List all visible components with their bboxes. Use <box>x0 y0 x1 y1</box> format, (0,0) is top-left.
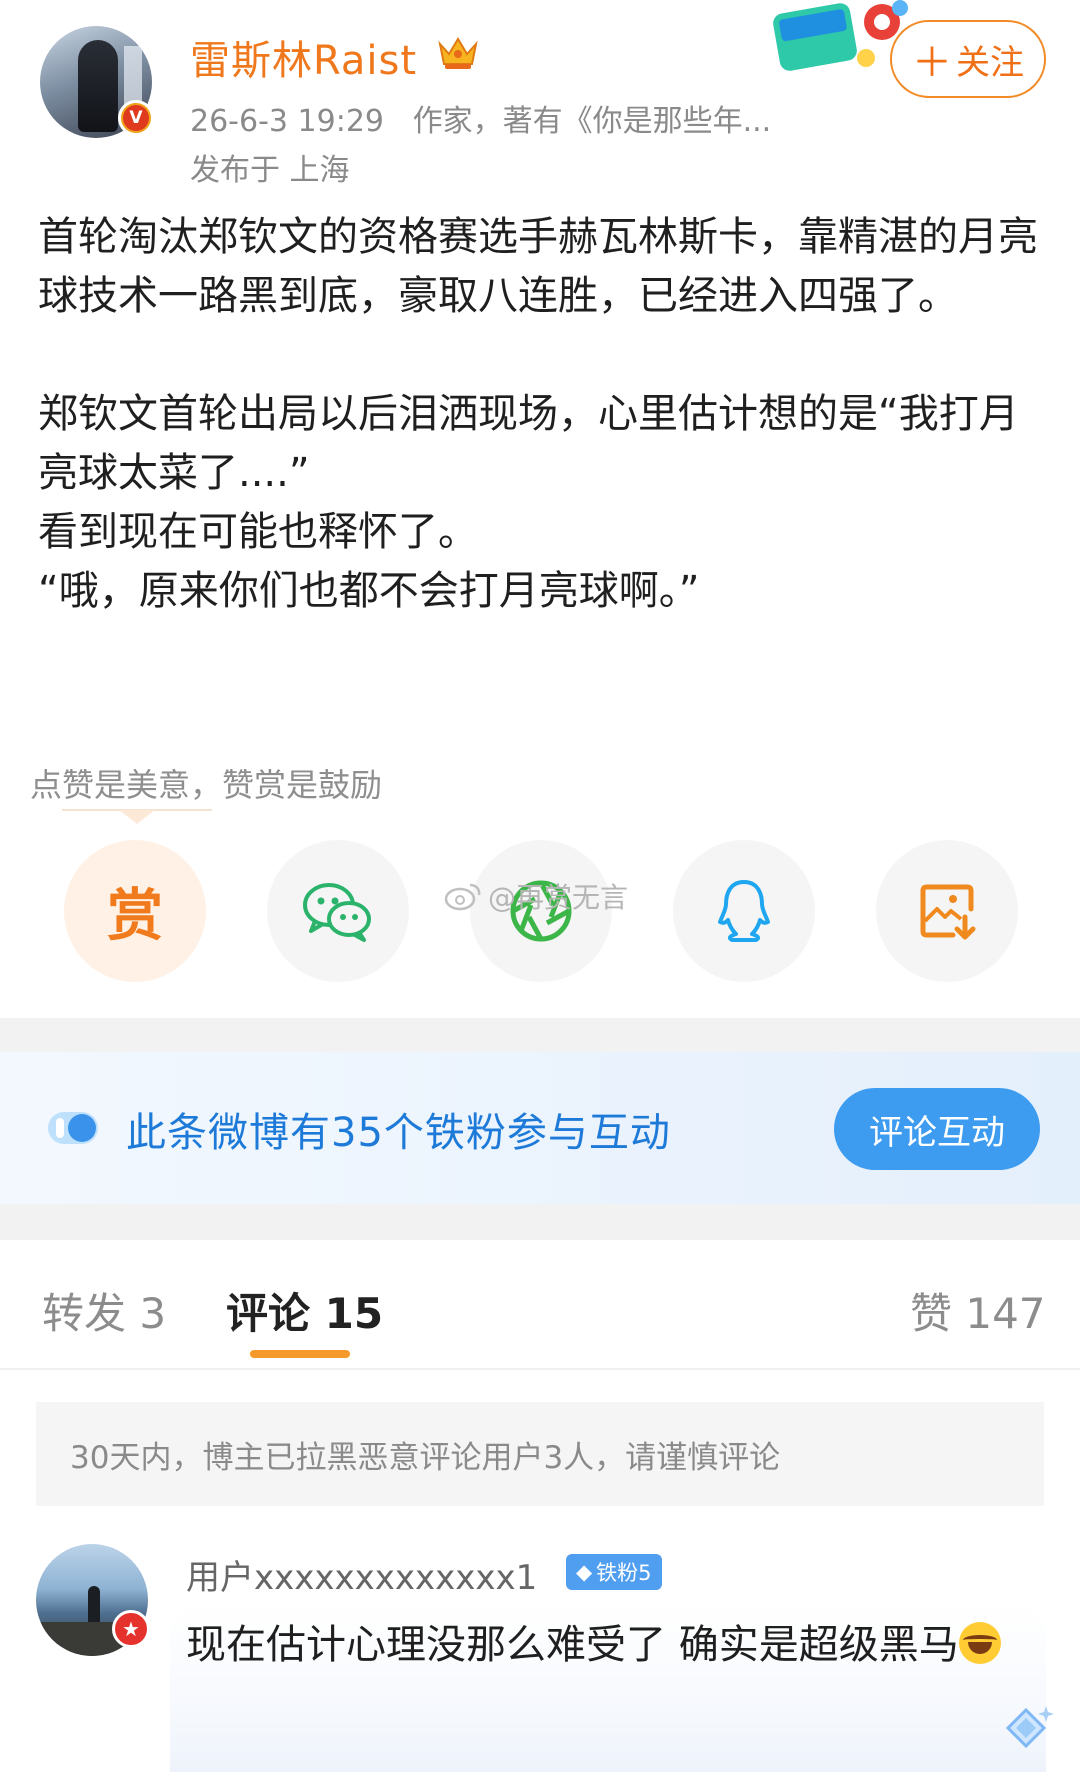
tab-likes[interactable]: 赞 147 <box>910 1280 1046 1341</box>
fan-interaction-banner[interactable]: 此条微博有35个铁粉参与互动 评论互动 <box>0 1052 1080 1204</box>
comment-item[interactable]: ★ 用户xxxxxxxxxxxxx1 ◆ 铁粉5 现在估计心理没那么难受了 确实… <box>0 1540 1080 1785</box>
reward-label: 赏 <box>107 883 163 949</box>
post-location: 发布于 上海 <box>190 153 350 188</box>
wechat-icon <box>303 883 371 942</box>
post-paragraph: 郑钦文首轮出局以后泪洒现场，心里估计想的是“我打月亮球太菜了....” <box>38 391 1019 496</box>
post-tabs: 转发 3 评论 15 赞 147 <box>0 1240 1080 1370</box>
fan-level-badge[interactable]: ◆ 铁粉5 <box>566 1554 662 1590</box>
post-paragraph: 首轮淘汰郑钦文的资格赛选手赫瓦林斯卡，靠精湛的月亮球技术一路黑到底，豪取八连胜，… <box>38 214 1038 319</box>
fan-toggle-icon <box>48 1112 98 1144</box>
author-name[interactable]: 雷斯林Raist <box>190 28 417 86</box>
sparkle-gem-icon <box>1005 1706 1054 1749</box>
fan-level-label: 铁粉5 <box>596 1561 652 1585</box>
follow-label: 关注 <box>956 42 1024 83</box>
post-paragraph: 看到现在可能也释怀了。 <box>38 509 478 555</box>
member-badge-icon: ★ <box>112 1610 150 1648</box>
reward-button[interactable]: 赏 <box>64 840 206 982</box>
post-content: 首轮淘汰郑钦文的资格赛选手赫瓦林斯卡，靠精湛的月亮球技术一路黑到底，豪取八连胜，… <box>38 208 1048 621</box>
share-qq-button[interactable] <box>673 840 815 982</box>
commenter-name[interactable]: 用户xxxxxxxxxxxxx1 <box>186 1550 537 1599</box>
hint-pointer-icon <box>62 809 212 824</box>
comment-body: 现在估计心理没那么难受了 确实是超级黑马 <box>186 1622 959 1668</box>
qq-icon <box>718 880 770 942</box>
share-wechat-button[interactable] <box>267 840 409 982</box>
comment-text: 现在估计心理没那么难受了 确实是超级黑马 <box>186 1614 1026 1676</box>
weibo-logo-icon <box>444 883 481 911</box>
watermark: @再赏无言 <box>444 876 628 916</box>
save-image-button[interactable] <box>876 840 1018 982</box>
author-bio: 作家，著有《你是那些年... <box>412 104 772 139</box>
tab-repost[interactable]: 转发 3 <box>42 1280 166 1341</box>
tab-comments[interactable]: 评论 15 <box>226 1280 383 1341</box>
comment-notice: 30天内，博主已拉黑恶意评论用户3人，请谨慎评论 <box>36 1402 1044 1506</box>
follow-button[interactable]: ＋ 关注 <box>890 20 1046 98</box>
comment-interact-button[interactable]: 评论互动 <box>834 1088 1040 1170</box>
promo-sticker-icon[interactable] <box>770 0 910 82</box>
reward-hint: 点赞是美意，赞赏是鼓励 <box>30 766 383 804</box>
author-avatar[interactable]: V <box>40 26 154 138</box>
save-image-icon <box>920 884 976 940</box>
commenter-avatar[interactable]: ★ <box>36 1544 150 1656</box>
plus-icon: ＋ <box>912 40 952 86</box>
laugh-emoji-icon <box>958 1622 1001 1664</box>
watermark-text: @再赏无言 <box>488 881 629 914</box>
post-paragraph: “哦，原来你们也都不会打月亮球啊。” <box>38 568 700 614</box>
section-divider <box>0 1018 1080 1052</box>
section-divider <box>0 1204 1080 1240</box>
diamond-icon: ◆ <box>576 1560 593 1584</box>
post-header: V 雷斯林Raist 26-6-3 19:29 作家，著有《你是那些年... 发… <box>0 0 1080 188</box>
post-timestamp: 26-6-3 19:29 <box>190 104 384 139</box>
crown-badge-icon[interactable] <box>436 34 480 72</box>
fan-banner-text: 此条微博有35个铁粉参与互动 <box>126 1110 671 1156</box>
active-tab-indicator <box>250 1350 350 1358</box>
post-meta: 26-6-3 19:29 作家，著有《你是那些年... <box>190 96 771 140</box>
verified-badge-icon: V <box>118 100 154 136</box>
